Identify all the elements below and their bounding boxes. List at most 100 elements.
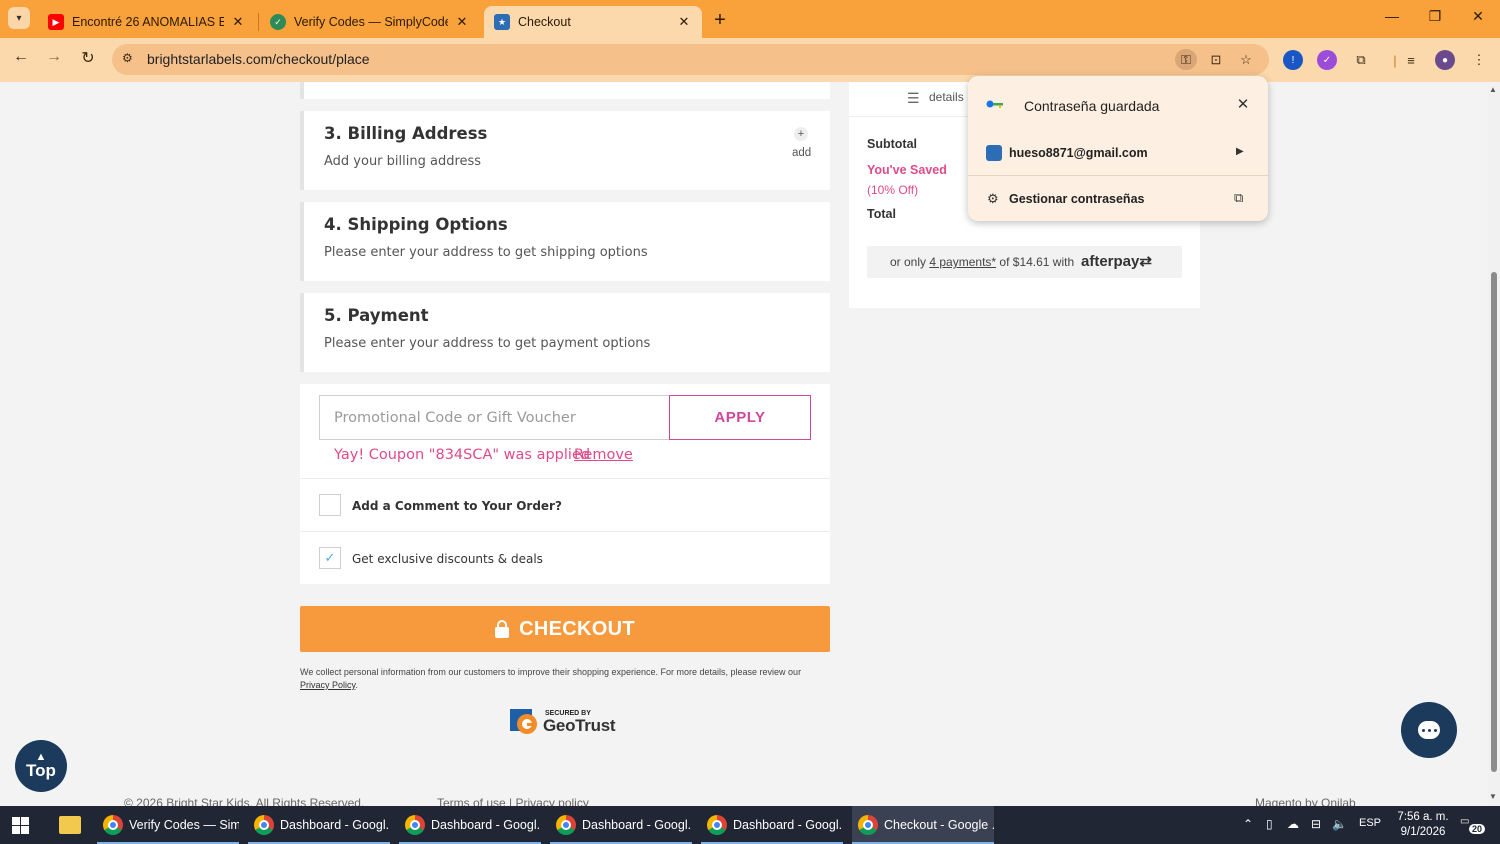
tab-youtube[interactable]: ▶ Encontré 26 ANOMALIAS En m ✕ (38, 6, 256, 38)
comment-checkbox[interactable] (319, 494, 341, 516)
privacy-policy-link[interactable]: Privacy Policy (300, 680, 355, 690)
footer-credit[interactable]: Magento by Onilab (1255, 796, 1356, 806)
remove-coupon-link[interactable]: Remove (574, 447, 633, 463)
volume-icon[interactable]: 🔈 (1332, 817, 1347, 831)
saved-account-item[interactable]: hueso8871@gmail.com (1009, 146, 1148, 160)
key-icon (986, 100, 1003, 108)
apply-button[interactable]: APPLY (669, 395, 811, 440)
checkout-button[interactable]: CHECKOUT (300, 606, 830, 652)
window-close-icon[interactable]: ✕ (1468, 8, 1488, 25)
chrome-icon (254, 815, 274, 835)
top-label: Top (26, 761, 56, 780)
details-toggle[interactable]: details (929, 90, 964, 104)
promo-code-input[interactable] (319, 395, 671, 440)
payment-card: 5. Payment Please enter your address to … (300, 293, 830, 372)
manage-passwords-link[interactable]: Gestionar contraseñas (1009, 192, 1144, 206)
notifications-icon[interactable]: ▭ 20 (1460, 816, 1486, 834)
reload-icon[interactable]: ↻ (77, 48, 99, 68)
new-tab-button[interactable]: + (710, 9, 730, 32)
scroll-down-icon[interactable]: ▼ (1489, 792, 1497, 801)
discounts-label[interactable]: Get exclusive discounts & deals (352, 552, 543, 566)
chevron-up-icon[interactable]: ⌃ (1243, 817, 1253, 831)
network-icon[interactable]: ⊟ (1311, 817, 1321, 831)
windows-start-icon[interactable] (12, 817, 29, 834)
taskbar-app-label: Dashboard - Googl... (280, 818, 390, 832)
shield-extension-icon[interactable]: ! (1283, 50, 1303, 70)
url-text[interactable]: brightstarlabels.com/checkout/place (147, 51, 370, 67)
page-scrollbar[interactable]: ▲ ▼ (1488, 82, 1500, 806)
device-icon[interactable]: ▯ (1266, 817, 1273, 831)
taskbar-app[interactable]: Dashboard - Googl... (701, 806, 843, 844)
close-icon[interactable]: ✕ (676, 14, 692, 30)
copyright-text: © 2026 Bright Star Kids. All Rights Rese… (124, 796, 365, 806)
tab-search-button[interactable]: ▾ (8, 7, 30, 29)
scroll-thumb[interactable] (1491, 272, 1497, 772)
notification-glyph: ▭ (1460, 816, 1470, 827)
puzzle-icon[interactable]: ⧉ (1351, 50, 1371, 70)
comment-label[interactable]: Add a Comment to Your Order? (352, 499, 562, 513)
install-app-icon[interactable]: ⊡ (1205, 49, 1227, 70)
chrome-icon (556, 815, 576, 835)
discounts-checkbox[interactable]: ✓ (319, 547, 341, 569)
menu-icon[interactable]: ⋮ (1469, 50, 1489, 70)
close-icon[interactable]: ✕ (454, 14, 470, 30)
popup-title: Contraseña guardada (1024, 98, 1160, 114)
close-icon[interactable]: ✕ (230, 14, 246, 30)
open-external-icon[interactable]: ⧉ (1234, 190, 1243, 206)
avatar[interactable]: ● (1435, 50, 1455, 70)
divider (300, 478, 830, 479)
taskbar-app[interactable]: Dashboard - Googl... (399, 806, 541, 844)
tab-title: Checkout (518, 15, 571, 29)
tab-divider (258, 13, 259, 31)
afterpay-payments-link[interactable]: 4 payments* (929, 255, 996, 269)
tab-simplycodes[interactable]: ✓ Verify Codes — SimplyCodes ✕ (260, 6, 480, 38)
extension-icon[interactable]: ✓ (1317, 50, 1337, 70)
back-icon[interactable]: ← (10, 48, 32, 66)
payment-title: 5. Payment (324, 306, 429, 325)
payment-desc: Please enter your address to get payment… (324, 336, 651, 351)
geotrust-seal[interactable]: SECURED BY GeoTrust (510, 706, 625, 740)
cloud-icon[interactable]: ☁ (1287, 817, 1299, 831)
bookmark-star-icon[interactable]: ☆ (1235, 49, 1257, 70)
scroll-up-icon[interactable]: ▲ (1489, 85, 1497, 94)
geotrust-logo-icon (510, 709, 537, 734)
billing-address-card[interactable]: 3. Billing Address Add your billing addr… (300, 111, 830, 190)
list-icon[interactable]: ☰ (907, 90, 920, 107)
taskbar-app[interactable]: Dashboard - Googl... (550, 806, 692, 844)
clock[interactable]: 7:56 a. m. 9/1/2026 (1395, 810, 1451, 840)
add-billing-button[interactable]: add (792, 147, 811, 159)
minimize-icon[interactable]: — (1382, 8, 1402, 24)
close-icon[interactable]: ✕ (1234, 95, 1252, 113)
taskbar-app-active[interactable]: Checkout - Google ... (852, 806, 994, 844)
privacy-period: . (355, 680, 358, 690)
afterpay-arrows-icon: ⇄ (1139, 253, 1152, 270)
coupon-applied-message: Yay! Coupon "834SCA" was applied (334, 447, 591, 463)
tab-strip: ▾ ▶ Encontré 26 ANOMALIAS En m ✕ ✓ Verif… (0, 0, 1500, 38)
address-bar[interactable]: ⚙ brightstarlabels.com/checkout/place ⚿ … (112, 44, 1269, 75)
shipping-desc: Please enter your address to get shippin… (324, 245, 648, 260)
tab-checkout[interactable]: ★ Checkout ✕ (484, 6, 702, 38)
restore-icon[interactable]: ❐ (1425, 8, 1445, 25)
taskbar-app[interactable]: Verify Codes — Sim... (97, 806, 239, 844)
promo-options-card: APPLY Yay! Coupon "834SCA" was applied R… (300, 384, 830, 584)
media-control-icon[interactable]: ≡ (1401, 50, 1421, 70)
taskbar-app-label: Dashboard - Googl... (431, 818, 541, 832)
privacy-notice-text: We collect personal information from our… (300, 667, 802, 677)
afterpay-logo-text: afterpay (1081, 253, 1140, 270)
footer-links[interactable]: Terms of use | Privacy policy (437, 796, 589, 806)
forward-icon[interactable]: → (43, 48, 65, 66)
chat-button[interactable] (1401, 702, 1457, 758)
file-explorer-icon[interactable] (59, 816, 81, 834)
language-indicator[interactable]: ESP (1359, 817, 1381, 829)
chevron-right-icon[interactable]: ▶ (1236, 146, 1244, 157)
saved-percent: (10% Off) (867, 183, 919, 197)
taskbar-app-label: Dashboard - Googl... (733, 818, 843, 832)
back-to-top-button[interactable]: ▲ Top (15, 740, 67, 792)
geotrust-label: GeoTrust (543, 716, 616, 735)
saved-password-popup: Contraseña guardada ✕ hueso8871@gmail.co… (968, 76, 1268, 221)
add-icon[interactable]: + (794, 127, 808, 141)
tab-title: Verify Codes — SimplyCodes (294, 15, 448, 29)
password-key-icon[interactable]: ⚿ (1175, 49, 1197, 70)
taskbar-app[interactable]: Dashboard - Googl... (248, 806, 390, 844)
site-info-icon[interactable]: ⚙ (122, 51, 133, 65)
